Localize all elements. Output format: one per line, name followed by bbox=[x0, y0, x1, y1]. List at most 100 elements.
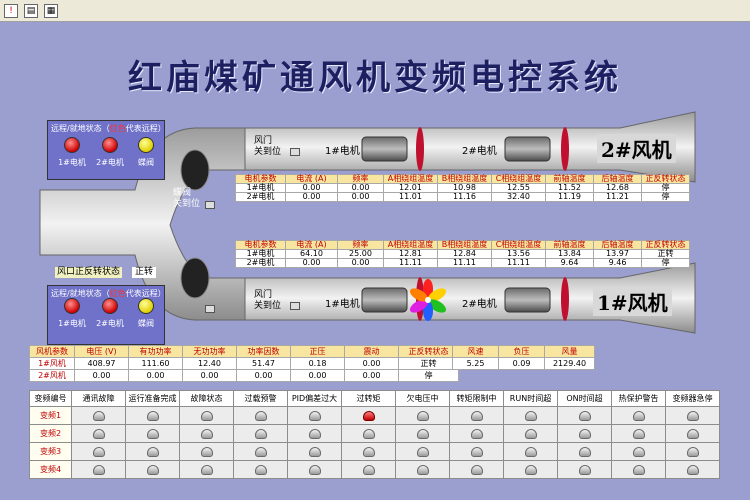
indicator-cell bbox=[449, 406, 504, 425]
vfd-name: 变频2 bbox=[29, 424, 72, 443]
motor1-status-lamp bbox=[64, 137, 80, 153]
indicator-lamp-icon bbox=[578, 410, 591, 421]
lower-motor1-label: 1#电机 bbox=[325, 299, 360, 310]
table-cell: 0.00 bbox=[285, 192, 338, 202]
indicator-cell bbox=[665, 406, 720, 425]
indicator-cell bbox=[611, 406, 666, 425]
table-cell: 0.00 bbox=[182, 369, 237, 382]
table-cell: 0.00 bbox=[290, 369, 345, 382]
indicator-lamp-icon bbox=[686, 428, 699, 439]
upper-motor-1[interactable] bbox=[361, 136, 408, 162]
table-cell: 正转 bbox=[398, 357, 459, 370]
table-row: 变频2 bbox=[29, 424, 720, 443]
butterfly-valve-label: 蝶阀 关到位 bbox=[173, 188, 201, 209]
indicator-lamp-icon bbox=[362, 428, 375, 439]
indicator-lamp-icon bbox=[470, 464, 483, 475]
indicator-cell bbox=[557, 424, 612, 443]
indicator-lamp-icon bbox=[92, 464, 105, 475]
upper-motor-2[interactable] bbox=[504, 136, 551, 162]
table-header-cell: 有功功率 bbox=[128, 345, 183, 358]
lower-motor-1[interactable] bbox=[361, 287, 408, 313]
indicator-lamp-icon bbox=[254, 428, 267, 439]
indicator-lamp-icon bbox=[416, 446, 429, 457]
indicator-cell bbox=[179, 424, 234, 443]
indicator-cell bbox=[611, 424, 666, 443]
lower-gate-label: 风门 关到位 bbox=[254, 290, 282, 311]
indicator-lamp-icon bbox=[686, 464, 699, 475]
table-cell: 停 bbox=[398, 369, 459, 382]
lower-motor2-label: 2#电机 bbox=[462, 299, 497, 310]
indicator-lamp-icon bbox=[470, 446, 483, 457]
lamp-label: 2#电机 bbox=[96, 158, 124, 167]
table-header-cell: 风机参数 bbox=[29, 345, 75, 358]
table-cell: 停 bbox=[641, 258, 690, 268]
indicator-lamp-icon bbox=[470, 410, 483, 421]
indicator-cell bbox=[395, 406, 450, 425]
indicator-cell bbox=[503, 406, 558, 425]
table-header-cell: 负压 bbox=[498, 345, 545, 358]
table-header-cell: 震动 bbox=[344, 345, 399, 358]
table-cell: 停 bbox=[641, 192, 690, 202]
fan-params-table: 风机参数 电压 (V) 有功功率 无功功率 功率因数 正压 震动 正反转状态 1… bbox=[29, 345, 459, 382]
indicator-lamp-icon bbox=[200, 464, 213, 475]
indicator-cell bbox=[341, 406, 396, 425]
indicator-lamp-icon bbox=[686, 446, 699, 457]
motor1-status-lamp bbox=[64, 298, 80, 314]
table-cell: 1#风机 bbox=[29, 357, 75, 370]
indicator-cell bbox=[557, 460, 612, 479]
indicator-lamp-icon bbox=[362, 410, 375, 421]
table-cell: 11.01 bbox=[383, 192, 438, 202]
lower-fan-name: 1#风机 bbox=[593, 287, 672, 316]
indicator-cell bbox=[449, 442, 504, 461]
table-cell: 51.47 bbox=[236, 357, 291, 370]
grid-header-cell: PID偏差过大 bbox=[287, 390, 342, 407]
indicator-cell bbox=[611, 442, 666, 461]
lower-damper[interactable] bbox=[180, 257, 210, 299]
table-cell: 2129.40 bbox=[544, 357, 595, 370]
remote-local-status-lower: 远程/就地状态（红色代表远程） 1#电机 2#电机 蝶阀 bbox=[47, 285, 166, 345]
indicator-cell bbox=[665, 442, 720, 461]
table-cell: 0.00 bbox=[344, 357, 399, 370]
lower-motor-2[interactable] bbox=[504, 287, 551, 313]
table-header: 风速 负压 风量 bbox=[452, 345, 595, 358]
grid-header-cell: 通讯故障 bbox=[71, 390, 126, 407]
motor2-status-lamp bbox=[102, 137, 118, 153]
indicator-cell bbox=[395, 460, 450, 479]
vfd-fault-grid: 变频编号 通讯故障 运行准备完成 故障状态 过载预警 PID偏差过大 过转矩 欠电压中 转矩限制… bbox=[29, 390, 720, 479]
lamp-label: 2#电机 bbox=[96, 319, 124, 328]
vfd-name: 变频3 bbox=[29, 442, 72, 461]
indicator-cell bbox=[395, 424, 450, 443]
indicator-lamp-icon bbox=[200, 446, 213, 457]
indicator-cell bbox=[557, 442, 612, 461]
upper-gate-switch[interactable] bbox=[290, 148, 300, 156]
grid-header-cell: 故障状态 bbox=[179, 390, 234, 407]
table-header-cell: 正反转状态 bbox=[398, 345, 459, 358]
butterfly-switch[interactable] bbox=[205, 201, 215, 209]
upper-motor-table: 电机参数 电流 (A) 频率 A相绕组温度 B相绕组温度 C相绕组温度 前轴温度… bbox=[235, 174, 690, 202]
lamp-label: 蝶阀 bbox=[138, 158, 154, 167]
table-cell: 111.60 bbox=[128, 357, 183, 370]
valve-status-lamp bbox=[138, 137, 154, 153]
indicator-cell bbox=[503, 424, 558, 443]
indicator-cell bbox=[449, 424, 504, 443]
indicator-cell bbox=[179, 442, 234, 461]
upper-damper[interactable] bbox=[180, 149, 210, 191]
table-cell: 0.00 bbox=[74, 369, 129, 382]
indicator-lamp-icon bbox=[578, 428, 591, 439]
indicator-lamp-icon bbox=[200, 410, 213, 421]
table-header-cell: 正压 bbox=[290, 345, 345, 358]
table-header-cell: 无功功率 bbox=[182, 345, 237, 358]
remote-local-status-upper: 远程/就地状态（红色代表远程） 1#电机 2#电机 蝶阀 bbox=[47, 120, 166, 180]
table-cell: 11.21 bbox=[593, 192, 642, 202]
indicator-lamp-icon bbox=[524, 410, 537, 421]
lower-gate-switch[interactable] bbox=[290, 302, 300, 310]
table-header-cell: 风速 bbox=[452, 345, 499, 358]
lower-butterfly-switch[interactable] bbox=[205, 305, 215, 313]
indicator-lamp-icon bbox=[524, 428, 537, 439]
table-row: 2#风机 0.00 0.00 0.00 0.00 0.00 0.00 停 bbox=[29, 369, 459, 382]
indicator-lamp-icon bbox=[92, 410, 105, 421]
table-cell: 32.40 bbox=[491, 192, 546, 202]
indicator-lamp-icon bbox=[146, 446, 159, 457]
indicator-cell bbox=[71, 460, 126, 479]
table-row: 2#电机 0.00 0.00 11.11 11.11 11.11 9.64 9.… bbox=[235, 258, 690, 268]
